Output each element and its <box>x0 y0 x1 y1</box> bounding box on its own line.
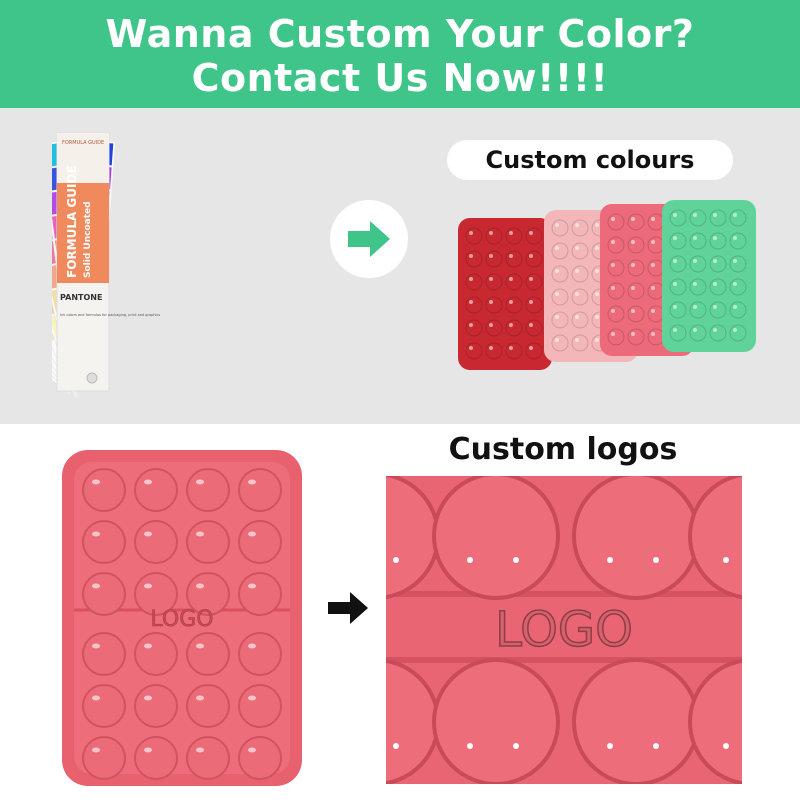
arrow-right-black-icon <box>328 592 368 624</box>
colour-pad <box>458 218 552 370</box>
suction-cup <box>238 572 282 616</box>
colour-pad <box>662 200 756 352</box>
suction-cup-closeup <box>572 476 700 600</box>
guide-title: FORMULA GUIDE <box>65 165 79 278</box>
suction-cup <box>82 736 126 780</box>
guide-brand: PANTONE <box>60 293 102 302</box>
suction-cup <box>186 684 230 728</box>
arrow-right-icon <box>348 221 390 257</box>
suction-cup <box>186 520 230 564</box>
suction-cup <box>82 520 126 564</box>
banner-line-1: Wanna Custom Your Color? <box>105 12 695 56</box>
suction-cup <box>134 736 178 780</box>
suction-cup <box>238 684 282 728</box>
suction-cup <box>134 520 178 564</box>
suction-cup <box>238 468 282 512</box>
suction-cup <box>82 468 126 512</box>
custom-logos-label: Custom logos <box>448 432 678 467</box>
suction-cup <box>134 632 178 676</box>
header-banner: Wanna Custom Your Color? Contact Us Now!… <box>0 0 800 108</box>
guide-header-small: FORMULA GUIDE <box>62 140 104 146</box>
suction-cup <box>134 468 178 512</box>
colour-pads-image <box>458 200 756 370</box>
suction-cup <box>82 632 126 676</box>
suction-cup <box>238 736 282 780</box>
suction-cup <box>186 468 230 512</box>
pad-logo-text: LOGO <box>150 607 213 632</box>
suction-cup <box>82 572 126 616</box>
suction-cup-closeup <box>572 658 700 784</box>
suction-cup <box>186 736 230 780</box>
suction-cup-closeup <box>432 476 560 600</box>
banner-line-2: Contact Us Now!!!! <box>191 56 609 100</box>
logo-closeup-image: LOGO <box>386 476 742 784</box>
logo-pad-image: LOGO <box>62 450 302 786</box>
suction-cup <box>82 684 126 728</box>
pantone-fan-image: FORMULA GUIDE FORMULA GUIDE Solid Uncoat… <box>52 132 160 398</box>
suction-cup <box>238 520 282 564</box>
closeup-logo-text: LOGO <box>495 602 633 658</box>
suction-cup <box>238 632 282 676</box>
suction-cup <box>186 632 230 676</box>
custom-colours-label: Custom colours <box>447 140 733 180</box>
suction-cup-closeup <box>432 658 560 784</box>
guide-subtitle: Solid Uncoated <box>83 201 93 278</box>
suction-cup <box>134 684 178 728</box>
guide-blurb: Ink colors and formulas for packaging, p… <box>60 313 160 317</box>
